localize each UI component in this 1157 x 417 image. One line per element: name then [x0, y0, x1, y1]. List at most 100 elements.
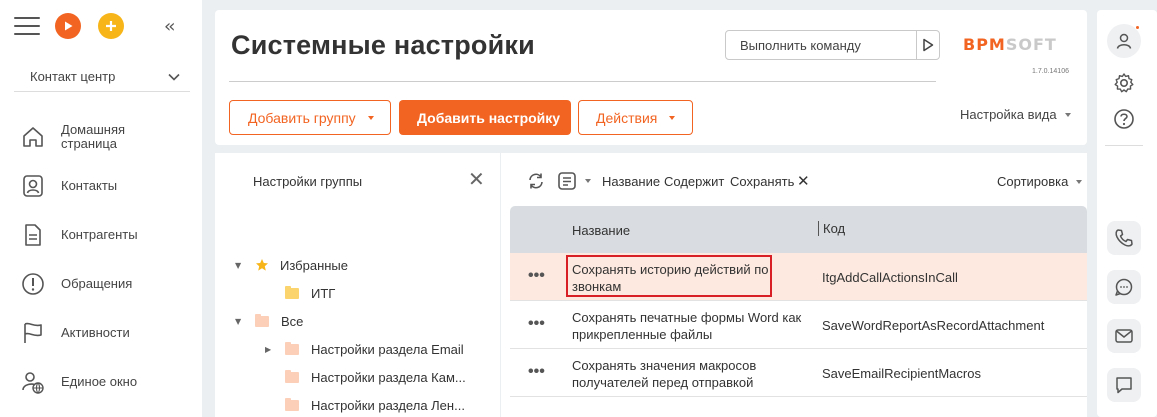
view-settings-label: Настройка вида — [960, 107, 1057, 122]
tree-item-label: Настройки раздела Лен... — [311, 397, 465, 413]
star-icon — [256, 259, 268, 271]
sidebar-item-single-window[interactable]: Единое окно — [0, 357, 202, 406]
collapse-sidebar-icon[interactable]: ‹‹ — [164, 16, 176, 37]
expand-arrow-icon[interactable]: ▼ — [235, 317, 247, 326]
sidebar-item-home[interactable]: Домашняя страница — [0, 112, 202, 161]
help-icon — [1114, 109, 1134, 129]
mail-icon — [1115, 329, 1133, 343]
column-header-name[interactable]: Название — [572, 223, 630, 238]
add-group-button[interactable]: Добавить группу — [229, 100, 391, 135]
folder-icon — [285, 285, 299, 299]
refresh-icon[interactable] — [527, 172, 545, 195]
process-play-icon[interactable] — [55, 13, 81, 39]
filter-value[interactable]: Сохранять — [730, 174, 794, 189]
play-outline-icon — [923, 38, 934, 52]
actions-button-label: Действия — [596, 109, 658, 126]
tree-item-favorites[interactable]: ▼ Избранные — [235, 253, 348, 277]
remove-filter-icon[interactable]: ✕ — [797, 172, 810, 190]
command-line — [725, 30, 940, 60]
sidebar-item-accounts[interactable]: Контрагенты — [0, 210, 202, 259]
add-plus-icon[interactable] — [98, 13, 124, 39]
filter-operator[interactable]: Содержит — [664, 174, 724, 189]
table-row[interactable]: ••• Сохранять значения макросов получате… — [510, 349, 1087, 397]
workspace-select-label: Контакт центр — [30, 69, 116, 84]
messages-button[interactable] — [1107, 368, 1141, 402]
right-rail — [1097, 10, 1157, 417]
settings-grid-panel: Название Содержит Сохранять ✕ Сортировка… — [501, 153, 1087, 417]
caret-down-icon — [669, 115, 676, 120]
contact-icon — [20, 173, 46, 199]
caret-down-icon — [367, 115, 374, 120]
expand-arrow-icon[interactable]: ▶ — [265, 345, 277, 354]
row-actions-icon[interactable]: ••• — [528, 363, 545, 381]
grid-header: Название Код — [510, 206, 1087, 253]
phone-icon — [1115, 229, 1133, 247]
add-setting-button[interactable]: Добавить настройку — [399, 100, 571, 135]
sort-button-label: Сортировка — [997, 174, 1069, 189]
add-group-button-label: Добавить группу — [248, 109, 356, 126]
help-button[interactable] — [1107, 102, 1141, 136]
folder-icon — [255, 313, 269, 327]
sidebar-item-contacts[interactable]: Контакты — [0, 161, 202, 210]
row-code-cell: ItgAddCallActionsInCall — [822, 270, 958, 285]
sidebar-item-label: Активности — [61, 324, 130, 340]
tree-item-leads-settings[interactable]: Настройки раздела Лен... — [285, 393, 465, 417]
view-settings-button[interactable]: Настройка вида — [960, 107, 1071, 122]
menu-icon[interactable] — [14, 17, 40, 35]
page-header: Системные настройки BPMSOFT 1.7.0.14106 … — [215, 10, 1087, 145]
caret-down-icon[interactable] — [585, 179, 591, 183]
logo-text-soft: SOFT — [1005, 35, 1057, 54]
user-icon — [1116, 33, 1132, 49]
table-row[interactable]: ••• Сохранять печатные формы Word как пр… — [510, 301, 1087, 349]
chevron-down-icon — [168, 73, 180, 81]
sidebar-item-label: Обращения — [61, 275, 133, 291]
chat-button[interactable] — [1107, 270, 1141, 304]
profile-button[interactable] — [1107, 24, 1141, 58]
left-sidebar: ‹‹ Контакт центр Домашняя страница Конта… — [0, 0, 202, 417]
flag-icon — [20, 320, 46, 346]
command-run-button[interactable] — [916, 31, 939, 59]
table-row[interactable]: ••• Сохранять историю действий по звонка… — [510, 253, 1087, 301]
row-code-cell: SaveEmailRecipientMacros — [822, 366, 981, 381]
sidebar-nav: Домашняя страница Контакты Контрагенты О… — [0, 112, 202, 406]
filter-column-name[interactable]: Название — [602, 174, 660, 189]
close-icon[interactable]: ✕ — [468, 167, 485, 191]
sidebar-top-bar: ‹‹ — [0, 0, 202, 52]
message-icon — [1116, 377, 1132, 394]
sidebar-item-label: Домашняя страница — [61, 121, 126, 151]
tree-item-label: Все — [281, 313, 304, 329]
rail-divider — [1105, 145, 1143, 146]
tree-item-label: ИТГ — [311, 285, 336, 301]
actions-button[interactable]: Действия — [578, 100, 693, 135]
row-actions-icon[interactable]: ••• — [528, 315, 545, 333]
settings-grid: Название Код ••• Сохранять историю дейст… — [510, 206, 1087, 397]
tree-item-campaign-settings[interactable]: Настройки раздела Кам... — [285, 365, 466, 389]
sidebar-item-activities[interactable]: Активности — [0, 308, 202, 357]
sidebar-item-cases[interactable]: Обращения — [0, 259, 202, 308]
phone-button[interactable] — [1107, 221, 1141, 255]
notification-dot — [1135, 25, 1140, 30]
groups-panel-title: Настройки группы — [253, 174, 363, 189]
workspace-select[interactable]: Контакт центр — [14, 62, 190, 92]
title-divider — [229, 81, 936, 82]
caret-down-icon — [1076, 179, 1083, 184]
sidebar-item-label: Контрагенты — [61, 226, 138, 242]
caret-down-icon — [1064, 112, 1071, 117]
groups-panel: Настройки группы ✕ ▼ Избранные ИТГ ▼ Все… — [215, 153, 500, 417]
email-button[interactable] — [1107, 319, 1141, 353]
tree-item-itg[interactable]: ИТГ — [285, 281, 335, 305]
filter-list-icon[interactable] — [557, 171, 591, 191]
brand-logo: BPMSOFT — [963, 35, 1057, 54]
sort-button[interactable]: Сортировка — [997, 174, 1083, 189]
sidebar-item-label: Контакты — [61, 177, 118, 193]
row-name-cell: Сохранять значения макросов получателей … — [572, 358, 757, 390]
tree-item-all[interactable]: ▼ Все — [235, 309, 303, 333]
tree-item-email-settings[interactable]: ▶ Настройки раздела Email — [265, 337, 464, 361]
logo-text-bpm: BPM — [963, 35, 1006, 54]
row-actions-icon[interactable]: ••• — [528, 267, 545, 285]
expand-arrow-icon[interactable]: ▼ — [235, 261, 247, 270]
column-header-code[interactable]: Код — [818, 221, 845, 236]
settings-button[interactable] — [1107, 66, 1141, 100]
command-input[interactable] — [726, 37, 916, 53]
gear-icon — [1114, 73, 1134, 93]
